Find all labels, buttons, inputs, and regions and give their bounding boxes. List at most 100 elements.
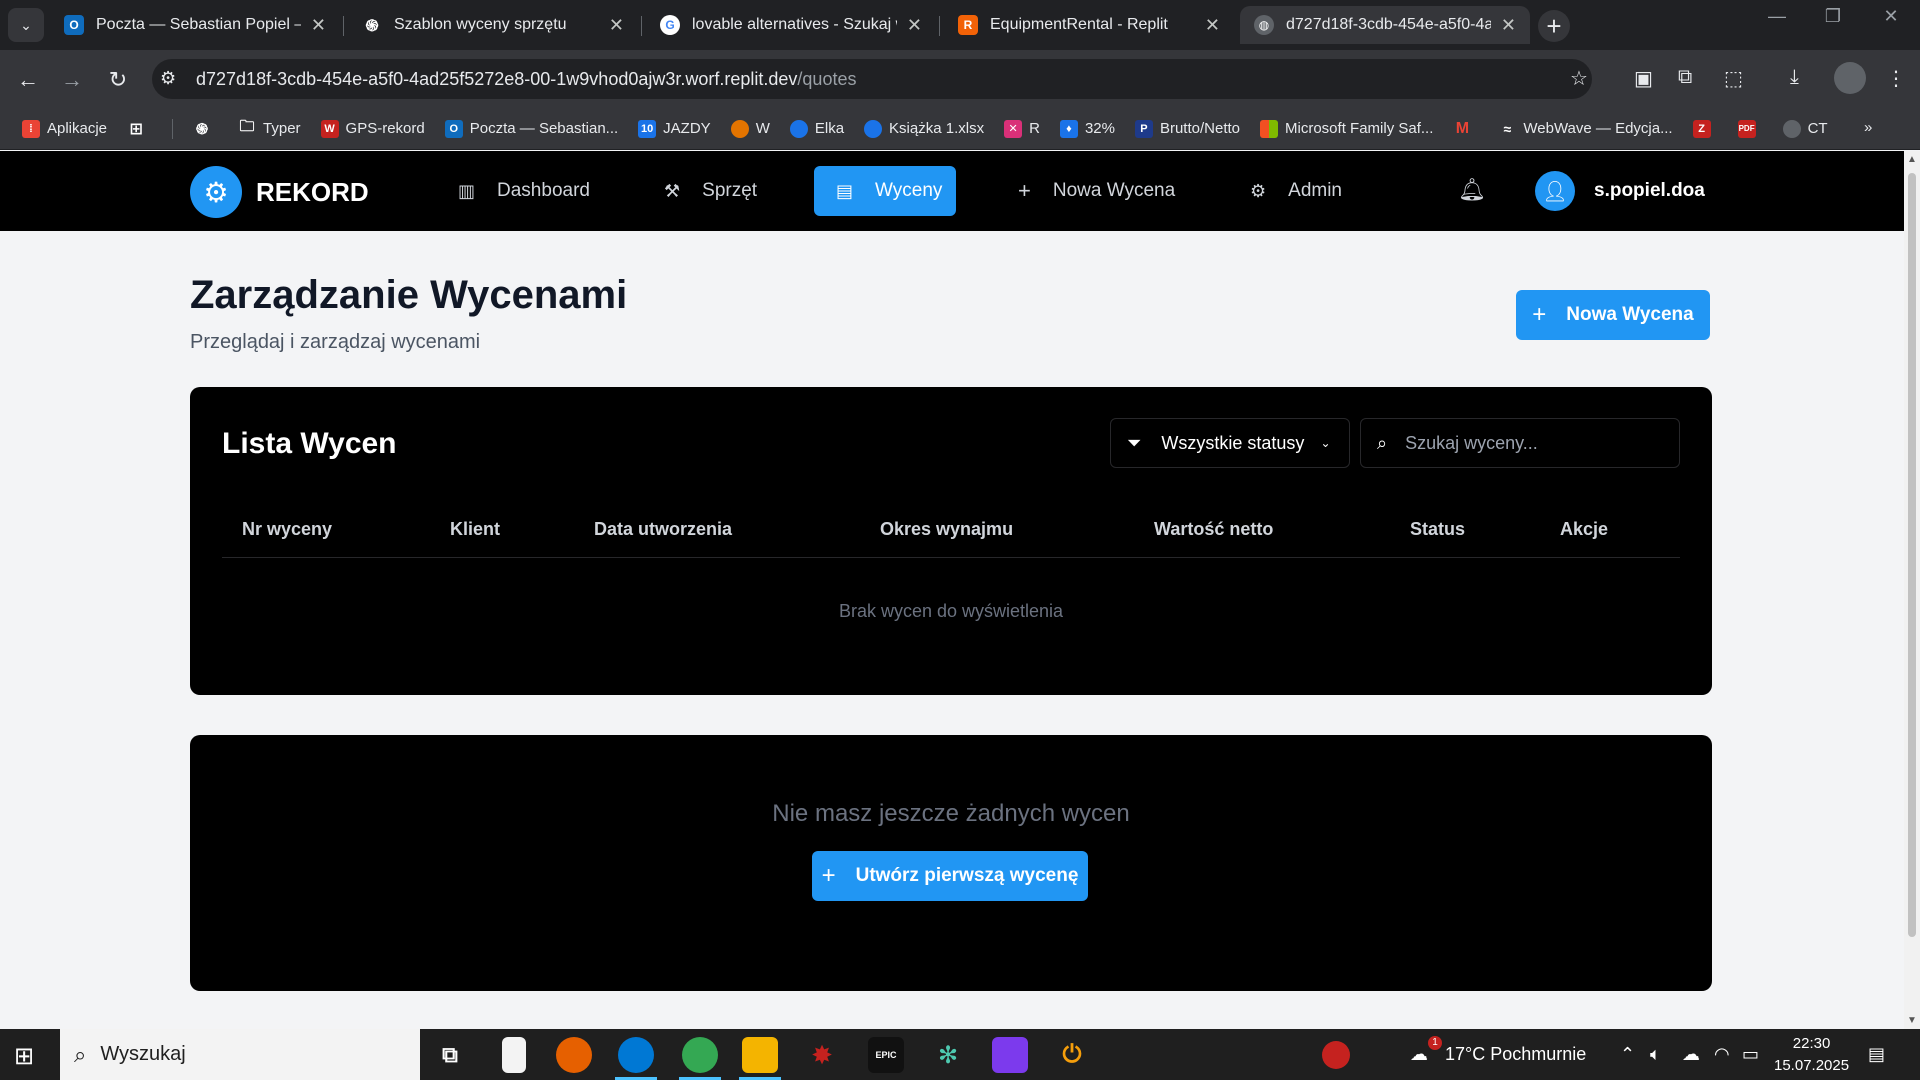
column-header[interactable]: Status: [1410, 519, 1465, 540]
onedrive-icon: [864, 119, 883, 138]
bookmark-gps-rekord[interactable]: W GPS-rekord: [320, 119, 425, 138]
bookmark-r[interactable]: ✕ R: [1004, 119, 1040, 138]
task-view-icon[interactable]: ⧉: [432, 1037, 468, 1073]
weather-widget[interactable]: ☁ 1 17°C Pochmurnie: [1410, 1036, 1586, 1065]
onedrive-icon[interactable]: ☁: [1682, 1044, 1700, 1065]
new-quote-button[interactable]: + Nowa Wycena: [1516, 290, 1710, 340]
taskbar-clock[interactable]: 22:30 15.07.2025: [1774, 1033, 1849, 1077]
volume-icon[interactable]: 🔈︎: [1650, 1044, 1661, 1065]
browser-tab-3[interactable]: G lovable alternatives - Szukaj w G ✕: [646, 6, 936, 44]
browser-tab-5-active[interactable]: ◍ d727d18f-3cdb-454e-a5f0-4ad ✕: [1240, 6, 1530, 44]
bookmark-grid[interactable]: ⊞: [127, 120, 152, 138]
minimize-icon[interactable]: —: [1752, 6, 1802, 27]
browser-tab-strip: ⌄ O Poczta — Sebastian Popiel — O ✕ ֍ Sz…: [0, 0, 1920, 50]
menu-kebab-icon[interactable]: ⋮: [1886, 66, 1906, 91]
nav-dashboard[interactable]: ▥ Dashboard: [436, 166, 612, 216]
profile-avatar-icon[interactable]: [1834, 62, 1866, 94]
scroll-down-icon[interactable]: ▼: [1907, 1015, 1917, 1026]
reload-icon[interactable]: ↻: [102, 64, 134, 96]
gear-icon: ⚙: [1250, 180, 1267, 201]
column-header[interactable]: Data utworzenia: [594, 519, 732, 540]
browser-tab-4[interactable]: R EquipmentRental - Replit ✕: [944, 6, 1234, 44]
onedrive-icon: [789, 119, 808, 138]
windows-start-icon[interactable]: ⊞: [14, 1042, 34, 1071]
bookmark-aplikacje[interactable]: ⁞ Aplikacje: [22, 119, 107, 138]
bookmark-pdf[interactable]: PDF: [1737, 119, 1763, 138]
page-scrollbar[interactable]: ▲ ▼: [1904, 151, 1920, 1029]
notifications-icon[interactable]: ▤: [1868, 1044, 1885, 1065]
username[interactable]: s.popiel.doa: [1594, 180, 1705, 202]
site-info-icon[interactable]: ⚙: [160, 68, 176, 89]
more-bookmarks-icon[interactable]: »: [1864, 119, 1872, 136]
extensions-icon[interactable]: ⬚: [1724, 66, 1743, 91]
bookmark-ksiazka[interactable]: Książka 1.xlsx: [864, 119, 984, 138]
file-icon[interactable]: [502, 1037, 526, 1073]
bookmark-poczta[interactable]: O Poczta — Sebastian...: [444, 119, 618, 138]
bookmark-elka[interactable]: Elka: [789, 119, 844, 138]
browser-tab-2[interactable]: ֍ Szablon wyceny sprzętu ✕: [348, 6, 638, 44]
new-tab-button[interactable]: +: [1538, 10, 1570, 42]
scrollbar-thumb[interactable]: [1908, 173, 1916, 937]
close-tab-icon[interactable]: ✕: [1501, 15, 1516, 36]
forward-icon[interactable]: →: [56, 64, 88, 96]
app-red-icon[interactable]: ✸: [804, 1037, 840, 1073]
restore-icon[interactable]: ❐: [1808, 6, 1858, 27]
app-teal-icon[interactable]: ✻: [930, 1037, 966, 1073]
bookmark-32[interactable]: ♦ 32%: [1059, 119, 1115, 138]
bookmark-webwave[interactable]: ≈ WebWave — Edycja...: [1498, 120, 1673, 138]
file-explorer-icon[interactable]: [742, 1037, 778, 1073]
address-bar[interactable]: d727d18f-3cdb-454e-a5f0-4ad25f5272e8-00-…: [152, 59, 1592, 99]
close-tab-icon[interactable]: ✕: [1205, 15, 1220, 36]
bookmark-brutto-netto[interactable]: P Brutto/Netto: [1134, 119, 1240, 138]
extension-screen-icon[interactable]: ⧉: [1678, 66, 1692, 89]
bookmark-gmail[interactable]: M: [1453, 120, 1478, 138]
column-header[interactable]: Klient: [450, 519, 500, 540]
nav-nowa-wycena[interactable]: + Nowa Wycena: [996, 166, 1197, 216]
windows-taskbar: ⊞ ⌕ Wyszukaj ⧉ ✸ EPIC ✻ ⏻ ☁ 1 17°C Pochm…: [0, 1029, 1920, 1080]
user-icon[interactable]: 👤︎: [1535, 171, 1575, 211]
gear-logo-icon[interactable]: ⚙: [190, 166, 242, 218]
bookmark-openai[interactable]: ֍: [193, 120, 218, 138]
close-tab-icon[interactable]: ✕: [609, 15, 624, 36]
browser-tab-1[interactable]: O Poczta — Sebastian Popiel — O ✕: [50, 6, 340, 44]
create-first-quote-button[interactable]: + Utwórz pierwszą wycenę: [812, 851, 1088, 901]
tray-red-icon[interactable]: [1322, 1041, 1350, 1069]
epic-games-icon[interactable]: EPIC: [868, 1037, 904, 1073]
column-header[interactable]: Nr wyceny: [242, 519, 332, 540]
bookmark-z[interactable]: Z: [1692, 119, 1718, 138]
taskbar-search-input[interactable]: ⌕ Wyszukaj: [60, 1029, 420, 1080]
bell-icon[interactable]: 🔔︎: [1458, 177, 1486, 203]
bookmark-microsoft-family[interactable]: Microsoft Family Saf...: [1260, 119, 1433, 138]
scroll-up-icon[interactable]: ▲: [1907, 154, 1917, 165]
status-filter-select[interactable]: ⏷ Wszystkie statusy ⌄: [1110, 418, 1350, 468]
tab-search-button[interactable]: ⌄: [8, 8, 44, 42]
close-tab-icon[interactable]: ✕: [907, 15, 922, 36]
show-hidden-icons-icon[interactable]: ⌃: [1620, 1044, 1635, 1065]
app-purple-icon[interactable]: [992, 1037, 1028, 1073]
camera-icon[interactable]: ▣: [1634, 66, 1653, 91]
column-header[interactable]: Okres wynajmu: [880, 519, 1013, 540]
firefox-icon[interactable]: [556, 1037, 592, 1073]
power-app-icon[interactable]: ⏻: [1054, 1037, 1090, 1073]
nav-sprzet[interactable]: ⚒ Sprzęt: [642, 166, 779, 216]
download-icon[interactable]: ⤓: [1790, 66, 1799, 89]
quotes-list-card: Lista Wycen ⏷ Wszystkie statusy ⌄ ⌕ Szuk…: [190, 387, 1712, 695]
edge-icon[interactable]: [618, 1037, 654, 1073]
back-icon[interactable]: ←: [12, 64, 44, 96]
brand-name[interactable]: REKORD: [256, 177, 369, 208]
wifi-icon[interactable]: ◠: [1714, 1044, 1730, 1065]
app-navbar: ⚙ REKORD ▥ Dashboard ⚒ Sprzęt ▤ Wyceny +…: [0, 151, 1904, 231]
close-window-icon[interactable]: ✕: [1866, 6, 1916, 27]
bookmark-typer[interactable]: 🗀 Typer: [238, 118, 301, 138]
battery-icon[interactable]: ▭: [1742, 1044, 1759, 1065]
column-header[interactable]: Wartość netto: [1154, 519, 1273, 540]
nav-admin[interactable]: ⚙ Admin: [1228, 166, 1364, 216]
nav-wyceny[interactable]: ▤ Wyceny: [814, 166, 956, 216]
bookmark-ct[interactable]: CT: [1782, 119, 1828, 138]
bookmark-jazdy[interactable]: 10 JAZDY: [638, 119, 711, 138]
close-tab-icon[interactable]: ✕: [311, 15, 326, 36]
bookmark-w[interactable]: W: [730, 119, 770, 138]
chrome-icon[interactable]: [682, 1037, 718, 1073]
search-input[interactable]: ⌕ Szukaj wyceny...: [1360, 418, 1680, 468]
bookmark-star-icon[interactable]: ☆: [1570, 66, 1588, 91]
